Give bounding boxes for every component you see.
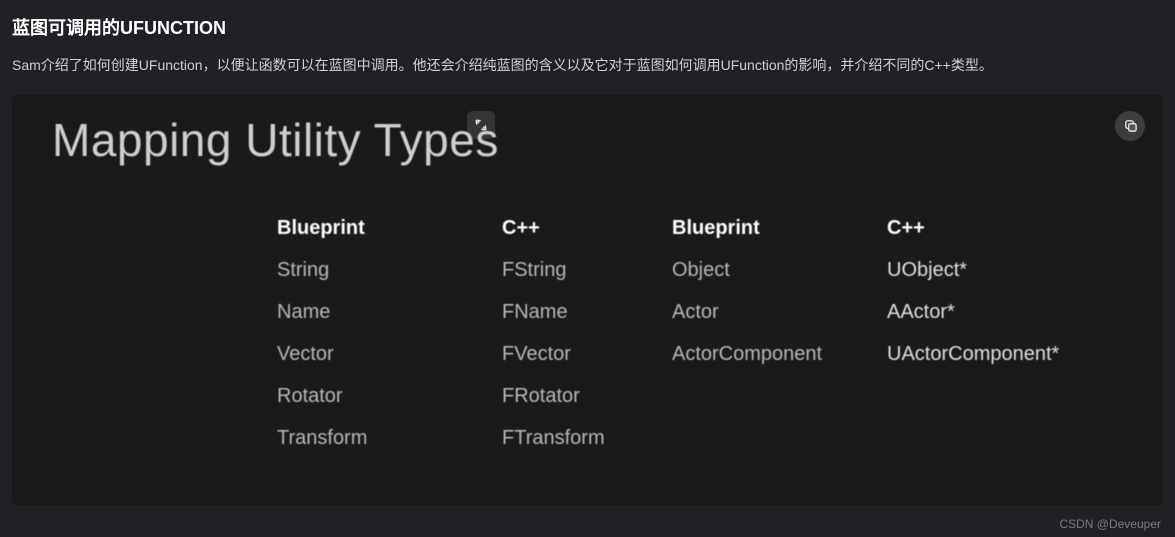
watermark: CSDN @Deveuper xyxy=(1059,517,1161,531)
table-cell: Object xyxy=(672,258,887,282)
table-cell: UObject* xyxy=(887,258,1127,282)
table-cell: FTransform xyxy=(502,426,672,450)
table-cell: Transform xyxy=(277,426,502,450)
table-cell: AActor* xyxy=(887,300,1127,324)
table-cell: Actor xyxy=(672,300,887,324)
page-description: Sam介绍了如何创建UFunction，以便让函数可以在蓝图中调用。他还会介绍纯… xyxy=(12,52,1142,79)
table-cell: Rotator xyxy=(277,384,502,408)
col-header-cpp2: C++ xyxy=(887,217,1127,240)
page-title: 蓝图可调用的UFUNCTION xyxy=(12,14,1163,40)
table-cell: ActorComponent xyxy=(672,342,887,366)
slide: Mapping Utility Types Blueprint String N… xyxy=(12,95,1163,505)
col-header-cpp1: C++ xyxy=(502,217,672,240)
col-header-bp2: Blueprint xyxy=(672,217,887,240)
table-cell: String xyxy=(277,258,502,282)
table-cell: FVector xyxy=(502,342,672,366)
table-cell: FRotator xyxy=(502,384,672,408)
slide-title: Mapping Utility Types xyxy=(52,113,1123,167)
table-cell: FName xyxy=(502,300,672,324)
table-cell: Vector xyxy=(277,342,502,366)
col-header-bp1: Blueprint xyxy=(277,217,502,240)
table-cell: Name xyxy=(277,300,502,324)
table-cell: UActorComponent* xyxy=(887,342,1127,366)
table-cell: FString xyxy=(502,258,672,282)
mapping-table: Blueprint String Name Vector Rotator Tra… xyxy=(277,217,1123,468)
